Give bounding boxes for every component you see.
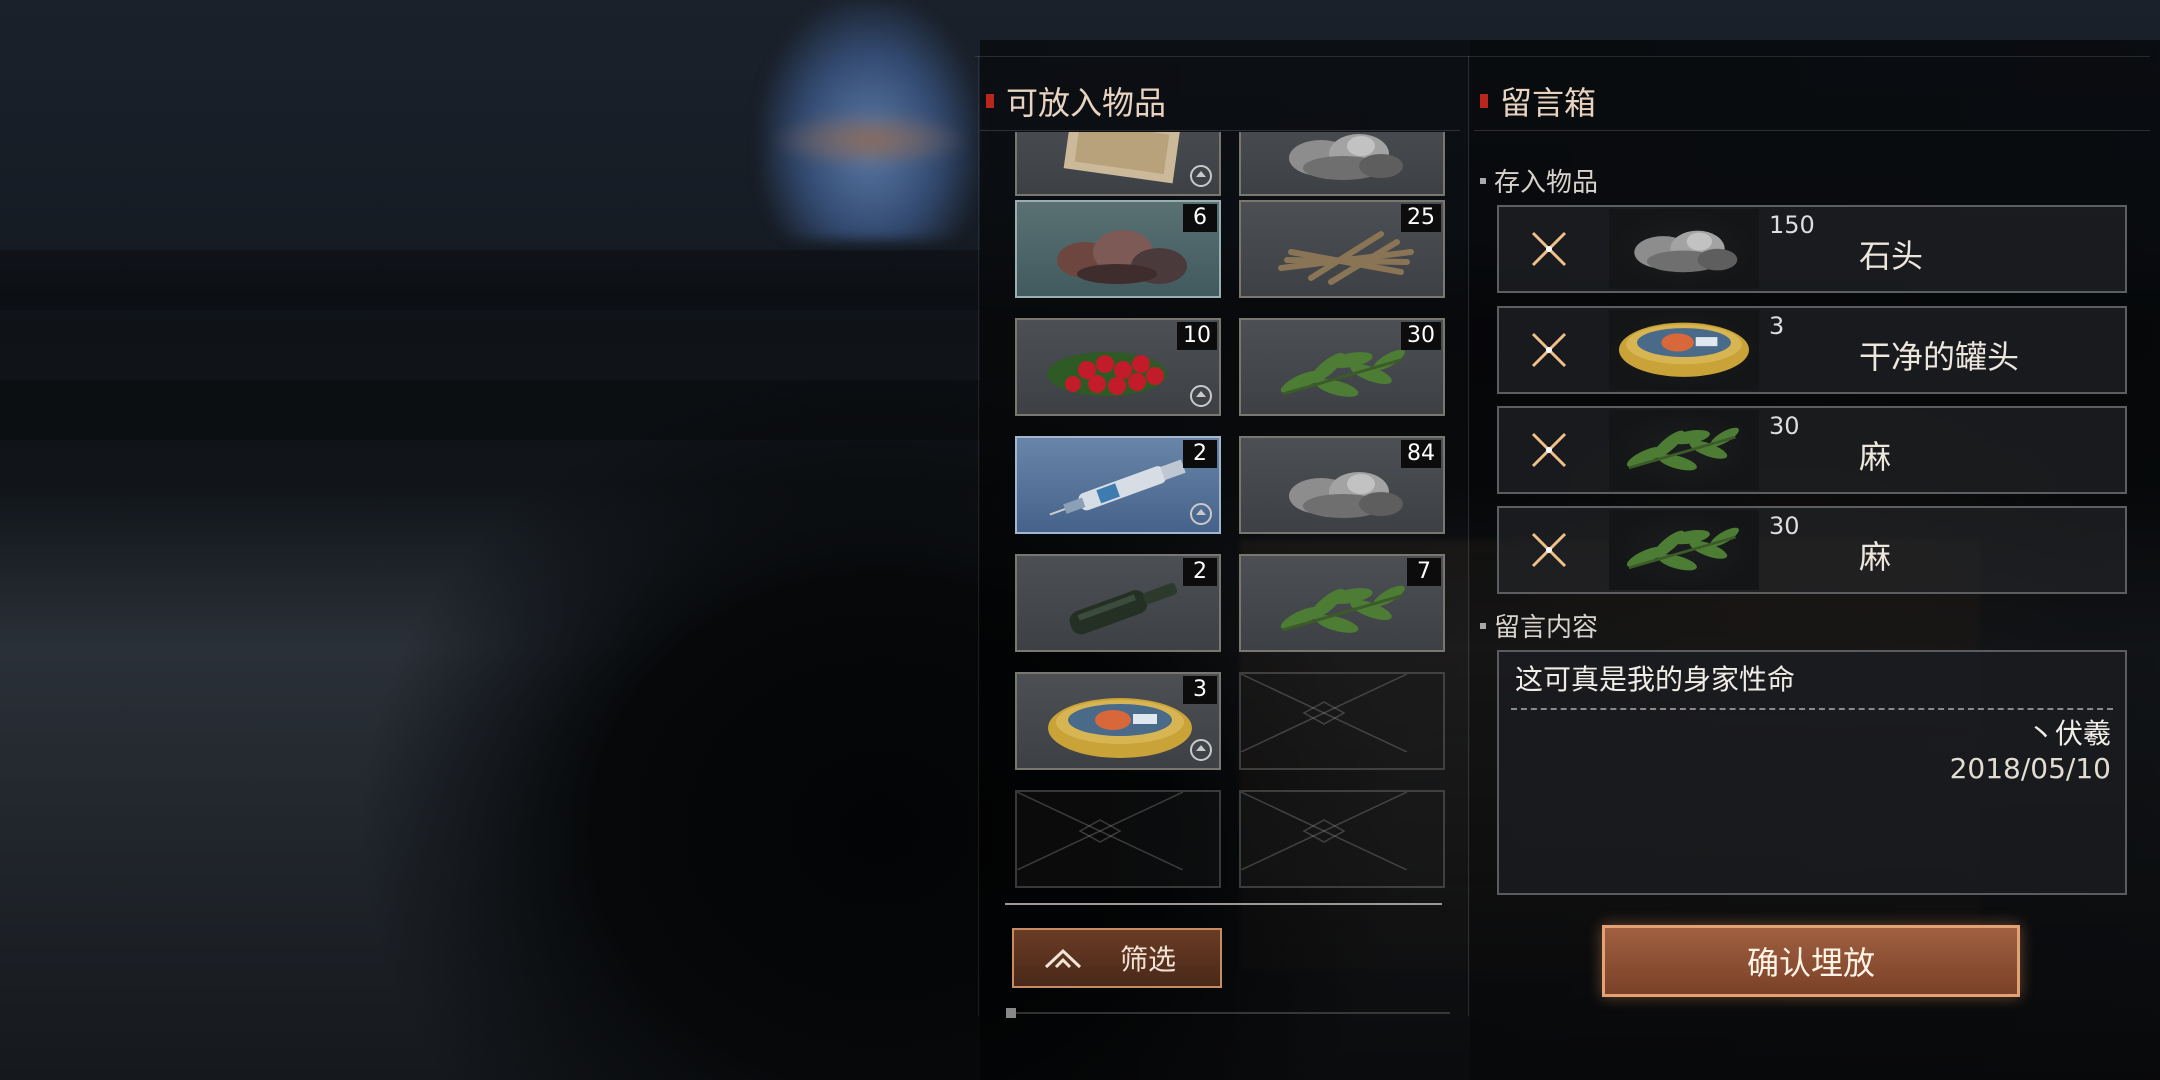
bound-item-icon bbox=[1190, 739, 1212, 761]
scroll-indicator bbox=[1006, 1008, 1016, 1018]
message-content-title: 留言内容 bbox=[1480, 607, 1598, 644]
stored-item-name: 麻 bbox=[1859, 438, 1892, 476]
title-marker bbox=[1480, 94, 1488, 108]
bound-item-icon bbox=[1190, 385, 1212, 407]
message-box-title-text: 留言箱 bbox=[1500, 84, 1597, 122]
inventory-slot-bottle[interactable]: 2 bbox=[1015, 554, 1221, 652]
tin-can-icon bbox=[1618, 322, 1750, 377]
message-input[interactable]: 这可真是我的身家性命 丶伏羲 2018/05/10 bbox=[1497, 650, 2127, 895]
stored-item-name: 石头 bbox=[1859, 237, 1924, 275]
panel-top-border bbox=[975, 56, 2150, 57]
inventory-slot-hemp[interactable]: 30 bbox=[1239, 318, 1445, 416]
stored-item-qty: 30 bbox=[1769, 412, 1800, 440]
remove-item-icon[interactable] bbox=[1529, 430, 1569, 470]
stored-item-thumbnail bbox=[1609, 209, 1759, 289]
stored-item-thumbnail bbox=[1609, 510, 1759, 590]
background-character-arm bbox=[770, 110, 970, 170]
background-stair bbox=[0, 380, 980, 440]
tin-can-icon bbox=[1048, 698, 1192, 758]
item-count: 25 bbox=[1401, 204, 1441, 232]
inventory-grid[interactable]: 6 25 10 30 2 84 2 7 3 bbox=[1010, 132, 1460, 900]
syringe-icon bbox=[1049, 459, 1186, 516]
title-underline bbox=[980, 130, 1460, 131]
item-count: 2 bbox=[1183, 558, 1217, 586]
stored-item-row: 3 干净的罐头 bbox=[1497, 306, 2127, 394]
ore-icon bbox=[1057, 230, 1187, 284]
title-underline bbox=[1474, 130, 2150, 131]
stone-icon bbox=[1634, 230, 1738, 273]
message-signature: 丶伏羲 bbox=[2026, 717, 2111, 750]
remove-item-icon[interactable] bbox=[1529, 530, 1569, 570]
stored-item-row: 150 石头 bbox=[1497, 205, 2127, 293]
filter-button[interactable]: 筛选 bbox=[1012, 928, 1222, 988]
stored-item-qty: 150 bbox=[1769, 211, 1815, 239]
map-icon bbox=[1063, 132, 1181, 184]
stored-items-title: 存入物品 bbox=[1480, 162, 1598, 199]
item-count: 3 bbox=[1183, 676, 1217, 704]
remove-item-icon[interactable] bbox=[1529, 330, 1569, 370]
inventory-slot-ore[interactable]: 6 bbox=[1015, 200, 1221, 298]
confirm-bury-button[interactable]: 确认埋放 bbox=[1602, 925, 2020, 997]
item-count: 2 bbox=[1183, 440, 1217, 468]
title-marker bbox=[986, 94, 994, 108]
message-date: 2018/05/10 bbox=[1949, 752, 2111, 785]
panel-left-border bbox=[978, 56, 979, 1016]
remove-item-icon[interactable] bbox=[1529, 229, 1569, 269]
inventory-slot-stone[interactable] bbox=[1239, 132, 1445, 196]
inventory-slot-empty[interactable] bbox=[1239, 790, 1445, 888]
bottle-icon bbox=[1069, 583, 1178, 635]
stored-item-qty: 3 bbox=[1769, 312, 1785, 340]
message-box-title: 留言箱 bbox=[1480, 78, 1596, 124]
bound-item-icon bbox=[1190, 165, 1212, 187]
inventory-slot-map[interactable] bbox=[1015, 132, 1221, 196]
panel-divider bbox=[1468, 56, 1469, 1016]
item-count: 30 bbox=[1401, 322, 1441, 350]
horizontal-scrollbar[interactable] bbox=[1010, 1012, 1450, 1014]
chevron-up-icon bbox=[1044, 948, 1082, 969]
inventory-title-text: 可放入物品 bbox=[1006, 84, 1167, 122]
inventory-slot-hemp[interactable]: 7 bbox=[1239, 554, 1445, 652]
inventory-title: 可放入物品 bbox=[986, 78, 1166, 124]
message-text: 这可真是我的身家性命 bbox=[1515, 663, 1796, 696]
hemp-icon bbox=[1626, 527, 1739, 571]
stored-item-row: 30 麻 bbox=[1497, 406, 2127, 494]
stored-item-name: 麻 bbox=[1859, 538, 1892, 576]
confirm-bury-label: 确认埋放 bbox=[1746, 944, 1875, 982]
bound-item-icon bbox=[1190, 503, 1212, 525]
stored-item-name: 干净的罐头 bbox=[1859, 338, 2020, 376]
item-count: 10 bbox=[1177, 322, 1217, 350]
background-stair bbox=[0, 250, 980, 310]
inventory-slot-wood[interactable]: 25 bbox=[1239, 200, 1445, 298]
bullet bbox=[1480, 177, 1486, 184]
inventory-slot-empty[interactable] bbox=[1015, 790, 1221, 888]
hemp-icon bbox=[1280, 585, 1405, 633]
stored-item-thumbnail bbox=[1609, 310, 1759, 390]
inventory-slot-stone[interactable]: 84 bbox=[1239, 436, 1445, 534]
stone-icon bbox=[1289, 134, 1403, 180]
filter-label: 筛选 bbox=[1120, 943, 1177, 976]
hemp-icon bbox=[1626, 427, 1739, 471]
item-count: 6 bbox=[1183, 204, 1217, 232]
inventory-slot-tin-can[interactable]: 3 bbox=[1015, 672, 1221, 770]
filter-separator bbox=[1005, 903, 1442, 905]
stored-items-title-text: 存入物品 bbox=[1494, 168, 1599, 198]
stored-item-qty: 30 bbox=[1769, 512, 1800, 540]
message-divider bbox=[1511, 708, 2113, 710]
item-count: 7 bbox=[1407, 558, 1441, 586]
stored-item-row: 30 麻 bbox=[1497, 506, 2127, 594]
inventory-slot-berries[interactable]: 10 bbox=[1015, 318, 1221, 416]
inventory-slot-empty[interactable] bbox=[1239, 672, 1445, 770]
bullet bbox=[1480, 622, 1486, 629]
stored-item-thumbnail bbox=[1609, 410, 1759, 490]
message-content-title-text: 留言内容 bbox=[1494, 613, 1599, 643]
inventory-slot-syringe[interactable]: 2 bbox=[1015, 436, 1221, 534]
item-count: 84 bbox=[1401, 440, 1441, 468]
